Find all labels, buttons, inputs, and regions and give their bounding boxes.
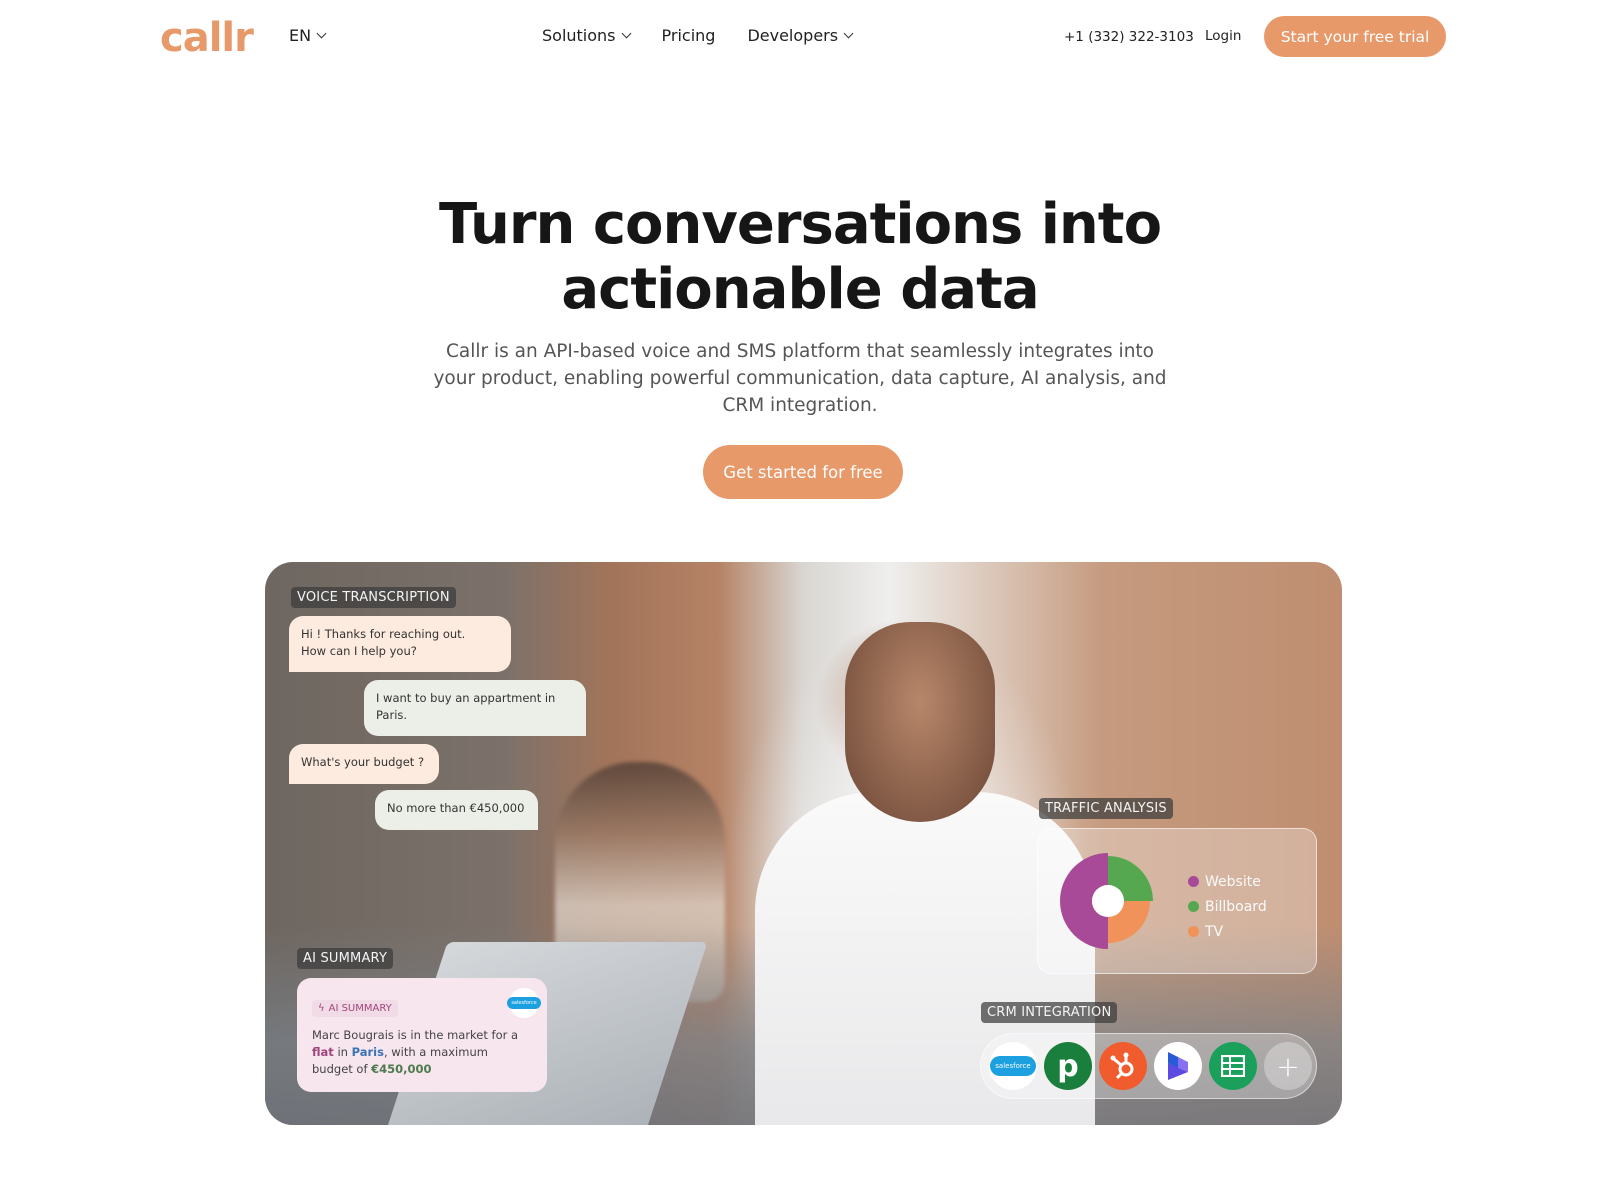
chevron-down-icon xyxy=(316,28,327,39)
message-line: Hi ! Thanks for reaching out. xyxy=(301,627,466,641)
lightning-icon: ϟ xyxy=(318,1003,325,1014)
main-menu: Solutions Pricing Developers xyxy=(542,26,854,45)
legend-dot xyxy=(1188,901,1199,912)
language-label: EN xyxy=(289,26,312,45)
hubspot-icon[interactable] xyxy=(1099,1042,1147,1090)
traffic-analysis-label: TRAFFIC ANALYSIS xyxy=(1039,798,1173,819)
login-link[interactable]: Login xyxy=(1205,28,1241,44)
transcript-message-user: I want to buy an appartment in Paris. xyxy=(364,680,586,736)
hero-title-line1: Turn conversations into xyxy=(438,192,1162,257)
pipedrive-icon[interactable]: p xyxy=(1044,1042,1092,1090)
crm-integration-bar: salesforce p + xyxy=(980,1033,1317,1099)
person-on-phone xyxy=(845,622,995,822)
legend-label: Website xyxy=(1205,873,1261,890)
menu-solutions[interactable]: Solutions xyxy=(542,26,631,45)
keyword-budget: €450,000 xyxy=(371,1062,432,1076)
summary-text-part: in xyxy=(333,1045,352,1059)
menu-pricing-label: Pricing xyxy=(661,26,716,45)
sheets-glyph xyxy=(1221,1055,1245,1077)
chevron-down-icon xyxy=(843,28,854,39)
hubspot-glyph xyxy=(1110,1052,1134,1080)
menu-developers-label: Developers xyxy=(747,26,839,45)
transcript-message-agent: Hi ! Thanks for reaching out. How can I … xyxy=(289,616,511,672)
traffic-legend: Website Billboard TV xyxy=(1188,869,1267,944)
ai-summary-text: Marc Bougrais is in the market for a fla… xyxy=(312,1027,532,1078)
menu-pricing[interactable]: Pricing xyxy=(662,26,716,45)
menu-solutions-label: Solutions xyxy=(542,26,616,45)
hero-image-panel: VOICE TRANSCRIPTION Hi ! Thanks for reac… xyxy=(265,562,1342,1125)
salesforce-icon: salesforce xyxy=(507,988,541,1018)
message-line: Paris. xyxy=(376,708,408,722)
ai-summary-chip: ϟ AI SUMMARY xyxy=(312,1000,398,1017)
ai-summary-label: AI SUMMARY xyxy=(297,948,394,969)
message-line: I want to buy an appartment in xyxy=(376,691,556,705)
hero-title: Turn conversations into actionable data xyxy=(0,192,1600,322)
traffic-donut-chart xyxy=(1060,853,1153,949)
crm-integration-label: CRM INTEGRATION xyxy=(981,1002,1118,1023)
summary-text-part: Marc Bougrais is in the market for a xyxy=(312,1028,519,1042)
salesforce-logo-text: salesforce xyxy=(990,1056,1036,1076)
microsoft-dynamics-icon[interactable] xyxy=(1154,1042,1202,1090)
ai-summary-chip-label: AI SUMMARY xyxy=(328,1003,392,1014)
hero-title-line2: actionable data xyxy=(561,257,1039,322)
keyword-paris: Paris xyxy=(351,1045,384,1059)
transcript-message-user: No more than €450,000 xyxy=(375,790,538,830)
message-line: How can I help you? xyxy=(301,644,417,658)
message-line: No more than €450,000 xyxy=(387,801,525,815)
legend-item-billboard: Billboard xyxy=(1188,894,1267,919)
google-sheets-icon[interactable] xyxy=(1209,1042,1257,1090)
donut-hole xyxy=(1092,885,1124,917)
top-nav: callr EN Solutions Pricing Developers +1… xyxy=(0,0,1600,74)
keyword-flat: flat xyxy=(312,1045,334,1059)
menu-developers[interactable]: Developers xyxy=(747,26,854,45)
legend-item-website: Website xyxy=(1188,869,1267,894)
salesforce-icon[interactable]: salesforce xyxy=(989,1042,1037,1090)
transcript-message-agent: What's your budget ? xyxy=(289,744,439,784)
phone-link[interactable]: +1 (332) 322-3103 xyxy=(1064,29,1194,45)
add-integration-icon[interactable]: + xyxy=(1264,1042,1312,1090)
hero-subtitle: Callr is an API-based voice and SMS plat… xyxy=(433,341,1167,416)
message-line: What's your budget ? xyxy=(301,755,425,769)
ai-summary-card: ϟ AI SUMMARY salesforce Marc Bougrais is… xyxy=(297,978,547,1092)
get-started-button[interactable]: Get started for free xyxy=(703,445,903,499)
language-selector[interactable]: EN xyxy=(289,26,327,45)
legend-item-tv: TV xyxy=(1188,919,1267,944)
start-free-trial-button[interactable]: Start your free trial xyxy=(1264,16,1446,57)
dynamics-glyph xyxy=(1168,1052,1188,1080)
legend-dot xyxy=(1188,876,1199,887)
callr-logo[interactable]: callr xyxy=(160,14,254,62)
legend-dot xyxy=(1188,926,1199,937)
voice-transcription-label: VOICE TRANSCRIPTION xyxy=(291,587,456,608)
chevron-down-icon xyxy=(621,28,631,39)
traffic-analysis-card: Website Billboard TV xyxy=(1037,828,1317,974)
salesforce-cloud: salesforce xyxy=(507,997,541,1009)
legend-label: TV xyxy=(1205,923,1224,940)
legend-label: Billboard xyxy=(1205,898,1267,915)
